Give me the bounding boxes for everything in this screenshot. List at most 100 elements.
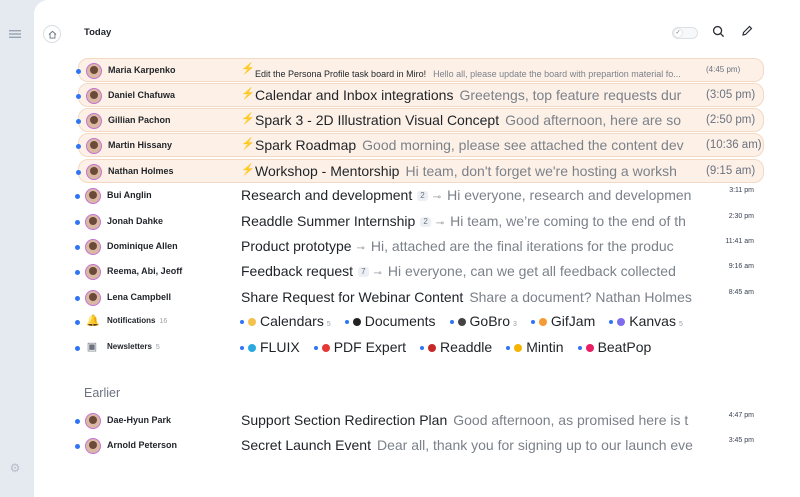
home-icon[interactable] — [43, 25, 61, 43]
thread-count: 2 — [417, 190, 428, 201]
subject-line: Edit the Persona Profile task board in M… — [255, 64, 699, 82]
email-subject: Calendar and Inbox integrations — [255, 87, 454, 103]
email-subject: Support Section Redirection Plan — [241, 412, 448, 428]
sender-logo — [248, 318, 256, 327]
group-row[interactable]: 🔔 Notifications 16 Calendars 5 Documents GoBro… — [34, 310, 800, 334]
sender-chip[interactable]: Documents — [344, 313, 436, 329]
subject-line: Calendar and Inbox integrations Greetengs… — [255, 87, 699, 105]
compose-icon[interactable] — [739, 24, 755, 38]
email-row[interactable]: Dae-Hyun Park Support Section Redirection… — [34, 409, 800, 433]
avatar — [86, 137, 102, 154]
email-preview: Good afternoon, here are so — [505, 112, 681, 128]
avatar — [85, 213, 101, 230]
email-time: 8:45 am — [728, 289, 754, 296]
sender-name: Daniel Chafuwa — [108, 90, 176, 100]
unread-dot — [75, 295, 80, 301]
email-row[interactable]: Jonah Dahke Readdle Summer Internship 2 ⊸ Hi… — [34, 210, 800, 234]
email-time: 3:45 pm — [728, 437, 754, 444]
email-row[interactable]: Lena Campbell Share Request for Webinar C… — [34, 286, 800, 310]
chip-count: 3 — [513, 321, 517, 328]
email-preview: Good morning, please see attached the co… — [362, 137, 684, 153]
email-preview: Hi everyone, can we get all feedback col… — [387, 263, 676, 279]
sender-name: Martin Hissany — [108, 140, 173, 150]
subject-line: Secret Launch Event Dear all, thank you f… — [241, 437, 704, 455]
bell-icon: 🔔 — [86, 315, 100, 327]
email-row[interactable]: Arnold Peterson Secret Launch Event Dear a… — [34, 434, 800, 458]
sender-chip[interactable]: FLUIX — [240, 339, 300, 355]
group-label: Notifications 16 — [107, 316, 168, 325]
email-row[interactable]: Gillian Pachon ⚡ Spark 3 - 2D Illustration… — [76, 108, 764, 132]
sender-name: Reema, Abi, Jeoff — [107, 266, 183, 276]
unread-dot — [75, 443, 80, 449]
email-row[interactable]: Bui Anglin Research and development 2 ⊸ Hi e… — [34, 184, 800, 208]
email-subject: Edit the Persona Profile task board in M… — [255, 69, 427, 79]
email-time: (2:50 pm) — [706, 114, 756, 126]
email-time: 2:30 pm — [728, 213, 754, 220]
email-time: 9:16 am — [728, 263, 754, 270]
email-preview: Hi team, don't forget we're hosting a wo… — [405, 163, 677, 179]
email-subject: Product prototype — [241, 238, 352, 254]
avatar — [85, 238, 101, 255]
sender-chip[interactable]: GoBro 3 — [449, 313, 517, 329]
subject-line: Product prototype ⊸ Hi, attached are the f… — [241, 238, 704, 256]
email-row[interactable]: Maria Karpenko ⚡ Edit the Persona Profile … — [76, 58, 764, 82]
subject-line: Spark 3 - 2D Illustration Visual Concept… — [255, 112, 699, 130]
chip-label: FLUIX — [260, 339, 300, 355]
avatar — [86, 62, 102, 79]
email-row[interactable]: Nathan Holmes ⚡ Workshop - Mentorship Hi te… — [76, 159, 764, 183]
sender-logo — [352, 318, 361, 327]
sender-chip[interactable]: Mintin — [506, 339, 564, 355]
email-subject: Share Request for Webinar Content — [241, 289, 464, 305]
sender-chip[interactable]: Readdle — [420, 339, 492, 355]
sender-logo — [514, 344, 523, 353]
search-icon[interactable] — [710, 24, 726, 38]
sender-chip[interactable]: GifJam — [530, 313, 596, 329]
menu-icon[interactable] — [9, 26, 21, 38]
sender-chip[interactable]: Calendars 5 — [240, 313, 331, 329]
email-preview: Hi everyone, research and developmen — [447, 187, 692, 203]
group-row[interactable]: ▣ Newsletters 5 FLUIX PDF Expert Readdle Minti… — [34, 336, 800, 360]
paperclip-icon: ⊸ — [373, 268, 382, 279]
email-time: 4:47 pm — [728, 412, 754, 419]
unread-dot — [75, 219, 80, 225]
subject-line: Research and development 2 ⊸ Hi everyone, r… — [241, 187, 704, 205]
unread-dot — [75, 193, 80, 199]
sender-name: Gillian Pachon — [108, 115, 171, 125]
email-row[interactable]: Daniel Chafuwa ⚡ Calendar and Inbox integr… — [76, 83, 764, 107]
unread-dot — [506, 346, 511, 351]
email-preview: Dear all, thank you for signing up to ou… — [376, 437, 693, 453]
unread-dot — [76, 169, 81, 175]
unread-dot — [449, 320, 454, 325]
sender-chip[interactable]: BeatPop — [577, 339, 651, 355]
unread-dot — [75, 418, 80, 424]
paperclip-icon: ⊸ — [435, 218, 445, 229]
bolt-icon: ⚡ — [241, 88, 255, 100]
subject-line: Support Section Redirection Plan Good aft… — [241, 412, 704, 430]
chip-label: GifJam — [550, 313, 596, 329]
avatar — [85, 263, 101, 280]
sender-chip[interactable]: Kanvas 5 — [609, 313, 683, 329]
email-preview: Good afternoon, as promised here is t — [453, 412, 689, 428]
email-subject: Spark 3 - 2D Illustration Visual Concept — [255, 112, 500, 128]
settings-icon[interactable]: ⚙ — [8, 461, 22, 475]
chip-list: FLUIX PDF Expert Readdle Mintin BeatPop — [240, 339, 665, 357]
chip-label: Documents — [364, 313, 436, 329]
chip-list: Calendars 5 Documents GoBro 3 GifJam Kanvas 5 — [240, 313, 697, 331]
unread-dot — [76, 143, 81, 149]
email-preview: Greetengs, top feature requests dur — [459, 87, 682, 103]
email-row[interactable]: Martin Hissany ⚡ Spark Roadmap Good morning… — [76, 133, 764, 157]
group-count: 16 — [159, 318, 168, 325]
sender-chip[interactable]: PDF Expert — [313, 339, 406, 355]
sender-name: Jonah Dahke — [107, 216, 164, 226]
email-time: (4:45 pm) — [706, 65, 741, 74]
email-row[interactable]: Reema, Abi, Jeoff Feedback request 7 ⊸ Hi ev… — [34, 260, 800, 284]
avatar — [86, 87, 102, 104]
unread-dot — [344, 320, 349, 325]
subject-line: Share Request for Webinar Content Share a… — [241, 289, 704, 307]
toggle-icon[interactable]: ✓ — [672, 27, 698, 39]
subject-line: Spark Roadmap Good morning, please see at… — [255, 137, 699, 155]
sender-logo — [321, 344, 330, 353]
subject-line: Readdle Summer Internship 2 ⊸ Hi team, we’r… — [241, 213, 704, 231]
email-row[interactable]: Dominique Allen Product prototype ⊸ Hi, att… — [34, 235, 800, 259]
section-title-today: Today — [84, 27, 112, 38]
